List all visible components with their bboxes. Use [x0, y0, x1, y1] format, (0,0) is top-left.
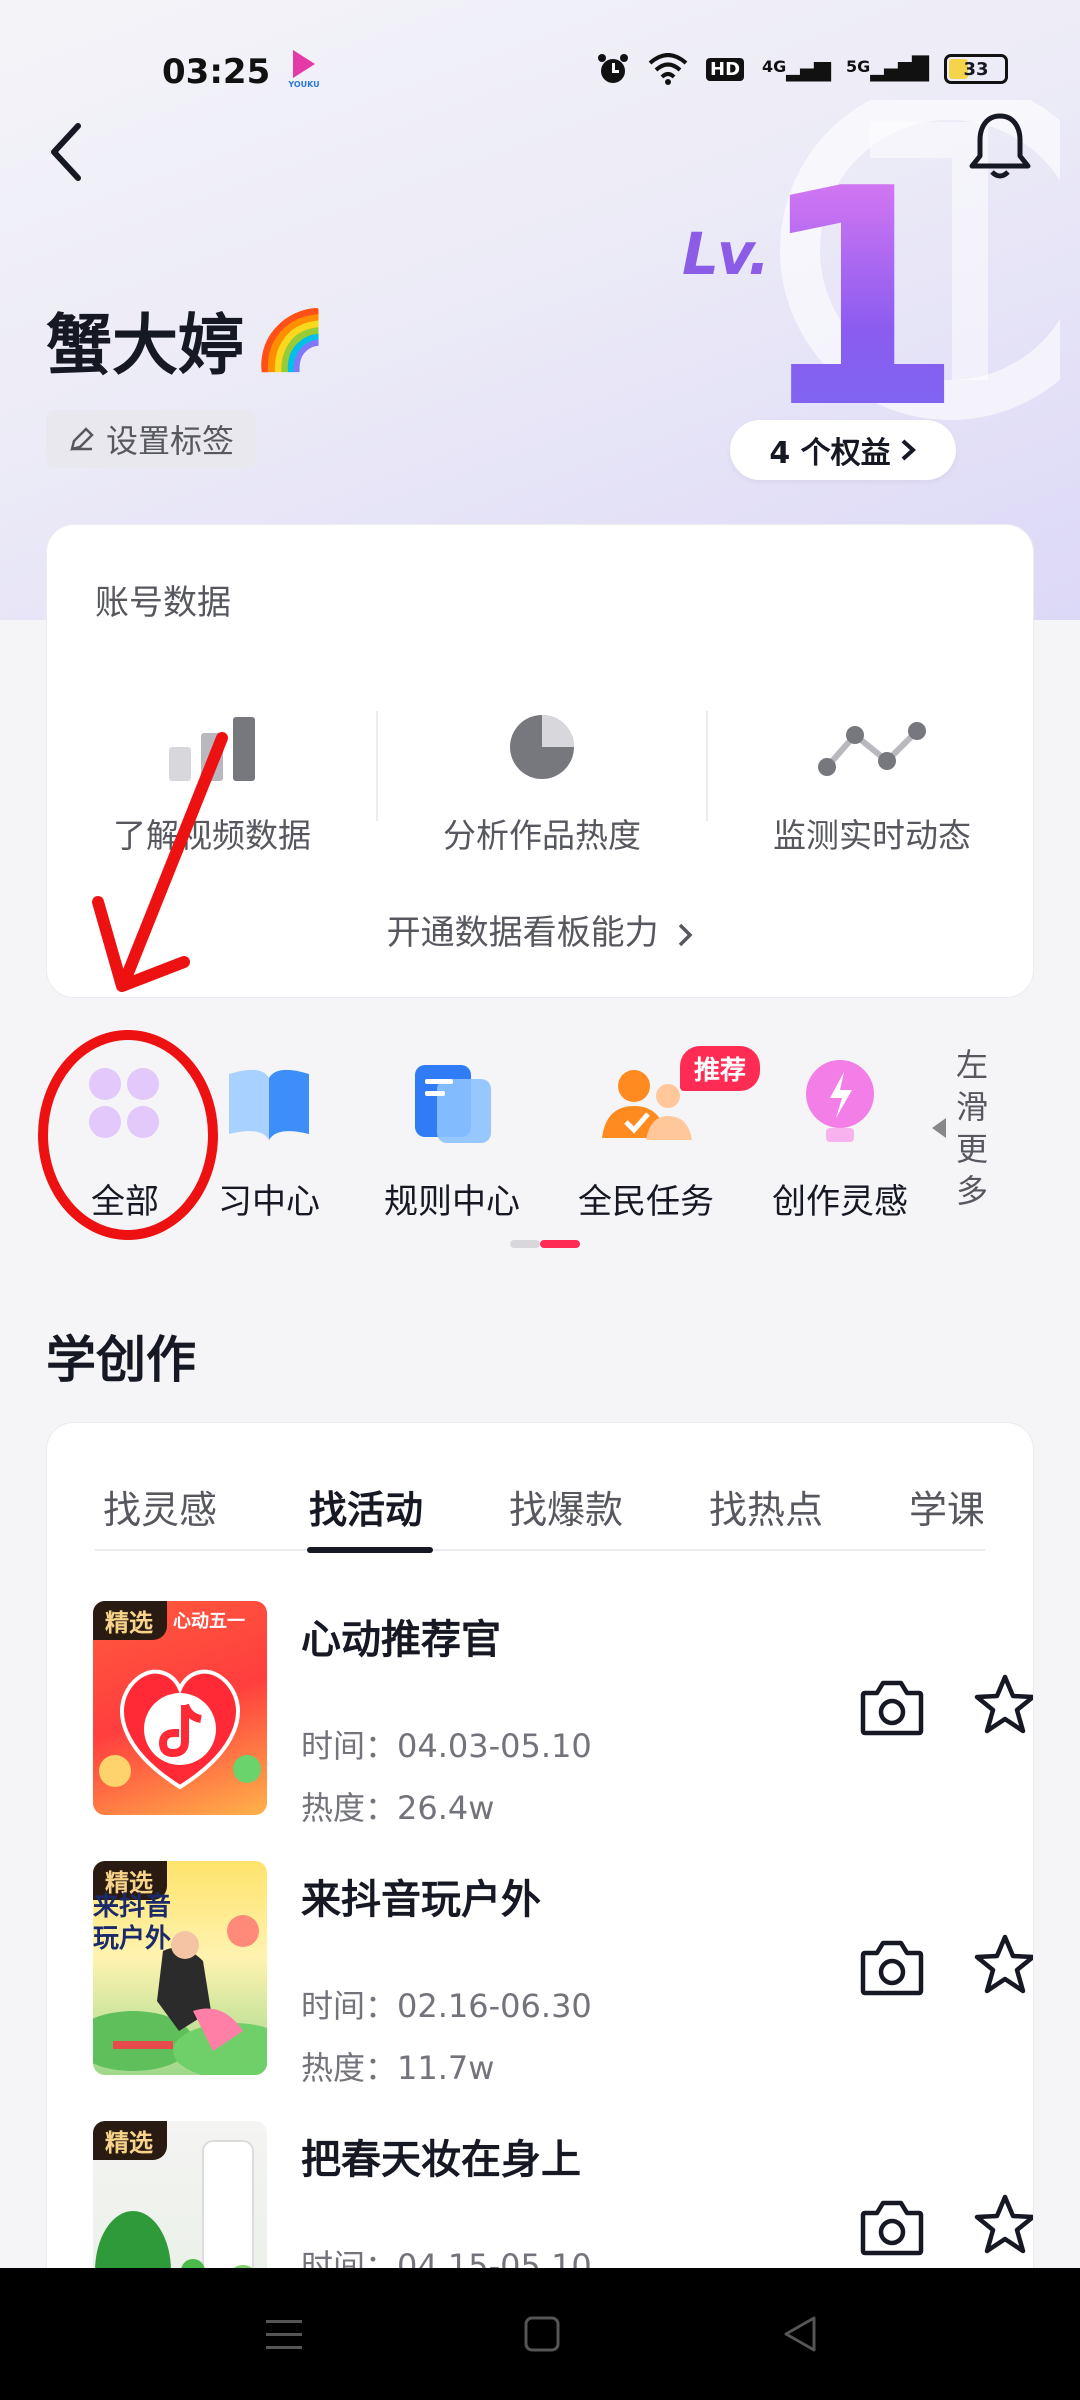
back-button[interactable]	[38, 108, 102, 188]
tab-courses[interactable]: 学课程	[909, 1479, 983, 1534]
list-item[interactable]: 精选 来抖音 玩户外 来抖音玩户外 时间：02.16-06.30 热度：11.7…	[93, 1861, 1033, 2087]
chevron-right-icon	[901, 439, 916, 461]
activity-title: 来抖音玩户外	[301, 1877, 541, 1923]
star-icon	[974, 1934, 1033, 1994]
battery-indicator: 33	[944, 54, 1008, 84]
camera-icon	[860, 1680, 924, 1736]
account-data-title: 账号数据	[95, 583, 231, 623]
chevron-right-icon	[679, 923, 693, 946]
tab-inspiration[interactable]: 找灵感	[103, 1479, 217, 1534]
activity-heat: 热度：26.4w	[301, 1789, 495, 1827]
active-tab-indicator	[307, 1547, 433, 1553]
star-icon	[974, 1674, 1033, 1734]
set-tag-button[interactable]: 设置标签	[46, 410, 257, 468]
system-navigation-bar	[0, 2268, 1080, 2400]
list-item[interactable]: 精选 心动五一 心动推荐官 时间：04.03-05.10 热度：26.4w	[93, 1601, 1033, 1827]
bar-chart-icon	[167, 701, 257, 781]
pie-chart-icon	[508, 701, 576, 781]
system-back-button[interactable]	[770, 2304, 830, 2364]
square-icon	[524, 2316, 560, 2352]
activity-time: 时间：02.16-06.30	[301, 1987, 592, 2025]
triangle-back-icon	[784, 2316, 816, 2352]
home-button[interactable]	[512, 2304, 572, 2364]
activity-title: 把春天妆在身上	[301, 2137, 581, 2183]
metric-work-heat[interactable]: 分析作品热度	[377, 701, 707, 857]
wifi-icon	[648, 53, 688, 85]
username: 蟹大婷 🌈	[46, 305, 327, 385]
recommend-badge: 推荐	[680, 1046, 761, 1091]
activity-thumbnail: 精选 来抖音 玩户外	[93, 1861, 267, 2075]
page-dot	[510, 1240, 540, 1248]
page-dot-active	[540, 1240, 580, 1248]
line-trend-icon	[817, 701, 927, 781]
tab-hits[interactable]: 找爆款	[509, 1479, 623, 1534]
tab-hotspots[interactable]: 找热点	[709, 1479, 823, 1534]
document-icon	[404, 1056, 500, 1152]
activity-time: 时间：04.03-05.10	[301, 1727, 592, 1765]
recent-apps-button[interactable]	[254, 2304, 314, 2364]
camera-icon	[860, 1940, 924, 1996]
status-bar: 03:25 YOUKU HD 4G▂▄▆ 5G▂▄▆█ 33	[0, 40, 1080, 104]
shoot-button[interactable]	[859, 2197, 925, 2257]
account-data-card: 账号数据 了解视频数据 分析作品热度 监测实时动态 开通数据看板能力	[46, 524, 1034, 998]
rainbow-emoji: 🌈	[254, 305, 327, 374]
alarm-icon	[598, 54, 628, 83]
signal-5g: 5G▂▄▆█	[846, 56, 929, 82]
annotation-circle	[38, 1030, 218, 1240]
youku-app-icon: YOUKU	[284, 50, 324, 94]
shortcut-creative-inspiration[interactable]: 创作灵感	[772, 1056, 908, 1223]
pencil-icon	[70, 427, 94, 451]
enable-dashboard-link[interactable]: 开通数据看板能力	[47, 905, 1035, 954]
chevron-left-icon	[51, 123, 81, 181]
shoot-button[interactable]	[859, 1677, 925, 1737]
swipe-more-hint: 左 滑 更 多	[932, 1044, 988, 1212]
shoot-button[interactable]	[859, 1937, 925, 1997]
level-number: 1	[756, 125, 965, 474]
metric-video-data[interactable]: 了解视频数据	[47, 701, 377, 857]
status-icons: HD 4G▂▄▆ 5G▂▄▆█ 33	[596, 52, 1008, 86]
signal-4g: 4G▂▄▆	[762, 56, 831, 82]
featured-badge: 精选	[93, 2121, 167, 2160]
menu-icon	[266, 2320, 302, 2349]
perks-button[interactable]: 4 个权益	[730, 420, 956, 480]
bell-icon	[969, 113, 1031, 179]
section-title: 学创作	[46, 1331, 196, 1389]
favorite-button[interactable]	[973, 2193, 1033, 2257]
tab-bar: 找灵感 找活动 找爆款 找热点 学课程	[103, 1479, 983, 1549]
favorite-button[interactable]	[973, 1933, 1033, 1997]
hd-indicator: HD	[706, 57, 745, 81]
camera-icon	[860, 2200, 924, 2256]
tab-activities[interactable]: 找活动	[309, 1479, 423, 1534]
activity-list-card: 找灵感 找活动 找爆款 找热点 学课程 精选 心动五一 心动推荐官 时间：04.…	[46, 1422, 1034, 2400]
tab-divider	[95, 1549, 985, 1551]
activity-heat: 热度：11.7w	[301, 2049, 495, 2087]
book-icon	[221, 1056, 317, 1152]
caret-left-icon	[932, 1118, 946, 1138]
metric-realtime[interactable]: 监测实时动态	[707, 701, 1037, 857]
featured-badge: 精选	[93, 1601, 167, 1640]
notification-button[interactable]	[960, 104, 1040, 184]
activity-thumbnail: 精选 心动五一	[93, 1601, 267, 1815]
shortcut-rule-center[interactable]: 规则中心	[384, 1056, 520, 1223]
lightbulb-icon	[792, 1056, 888, 1152]
favorite-button[interactable]	[973, 1673, 1033, 1737]
page-indicator	[510, 1240, 580, 1248]
clock: 03:25	[162, 52, 271, 92]
activity-title: 心动推荐官	[301, 1617, 501, 1663]
star-icon	[974, 2194, 1033, 2254]
shortcut-learning-center[interactable]: 习中心	[218, 1056, 320, 1223]
